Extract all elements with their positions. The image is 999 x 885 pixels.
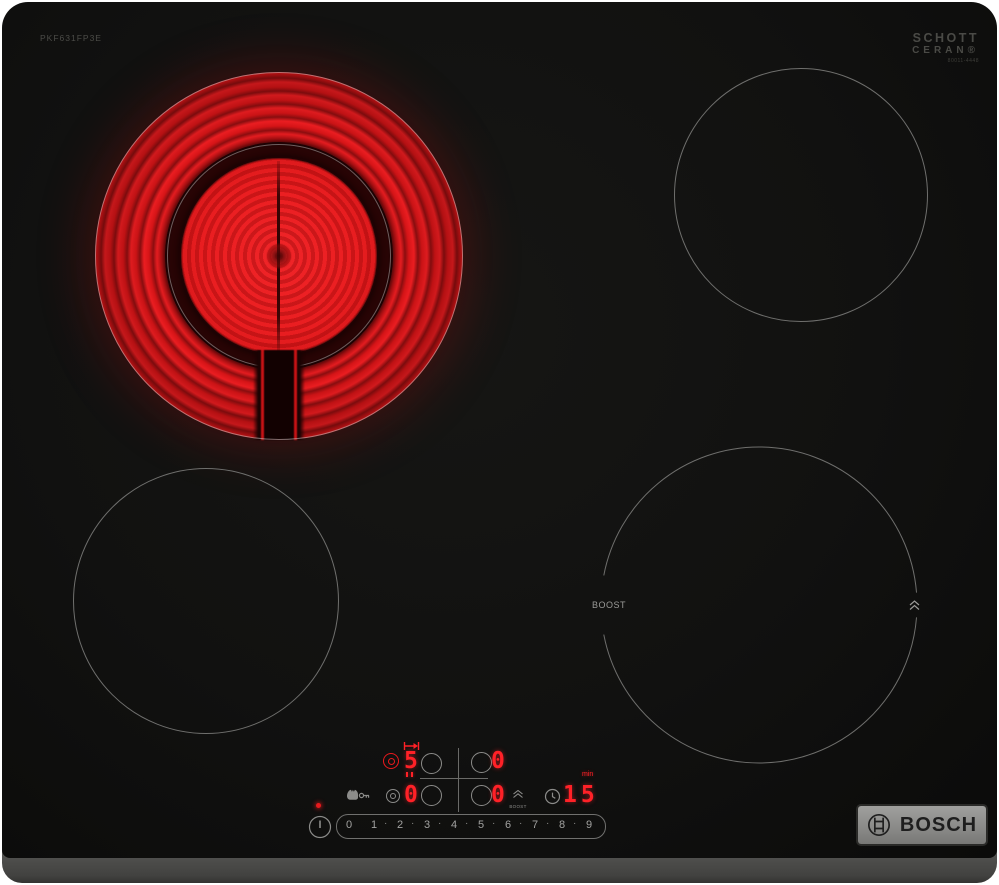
burner-front-left — [73, 468, 339, 734]
schott-logo-line2: CERAN® — [912, 45, 979, 57]
zone-select-key-rear-left[interactable] — [421, 753, 442, 774]
zone-select-key-front-right[interactable] — [471, 785, 492, 806]
level-slider[interactable]: 0 1 · 2 · 3 · 4 · 5 · 6 · 7 · 8 · 9 — [336, 814, 606, 839]
dual-zone-active-indicator — [383, 753, 399, 769]
bosch-badge: BOSCH — [858, 806, 986, 844]
slider-level-7[interactable]: 7 — [532, 819, 538, 831]
level-display-rear-right: 0 — [491, 748, 505, 774]
outer-marking-ring — [95, 72, 463, 440]
slider-level-2[interactable]: 2 — [397, 819, 403, 831]
boost-chevrons-icon — [513, 789, 523, 798]
schott-ceran-logo: SCHOTT CERAN® 80011-4448 — [912, 31, 979, 65]
bosch-wordmark: BOSCH — [899, 813, 978, 836]
boost-key-label: BOOST — [509, 804, 527, 809]
burner-rear-left-active — [95, 72, 463, 440]
slider-dot: · — [438, 818, 442, 829]
slider-dot: · — [546, 818, 550, 829]
dual-zone-segment-bars — [406, 772, 413, 777]
slider-level-8[interactable]: 8 — [559, 819, 565, 831]
slider-dot: · — [465, 818, 469, 829]
level-display-front-right: 0 — [491, 782, 505, 808]
slider-dot: · — [384, 818, 388, 829]
slider-level-6[interactable]: 6 — [505, 819, 511, 831]
power-on-led — [316, 803, 321, 808]
child-lock-icon[interactable] — [344, 787, 370, 802]
zone-select-key-front-left[interactable] — [421, 785, 442, 806]
boost-key[interactable]: BOOST — [508, 785, 528, 809]
slider-level-5[interactable]: 5 — [478, 819, 484, 831]
level-display-front-left: 0 — [404, 782, 418, 808]
burner-front-right — [600, 446, 918, 764]
slider-dot: · — [519, 818, 523, 829]
panel-divider-horizontal — [420, 778, 488, 779]
bosch-emblem-icon — [867, 814, 890, 836]
slider-level-3[interactable]: 3 — [424, 819, 430, 831]
power-key[interactable] — [308, 815, 332, 839]
slider-level-0[interactable]: 0 — [346, 819, 352, 831]
zone-select-key-rear-right[interactable] — [471, 752, 492, 773]
slider-level-4[interactable]: 4 — [451, 819, 457, 831]
schott-logo-line1: SCHOTT — [912, 31, 979, 45]
schott-logo-subcode: 80011-4448 — [947, 57, 979, 64]
timer-clock-icon[interactable] — [544, 788, 561, 805]
slider-dot: · — [573, 818, 577, 829]
slider-dot: · — [411, 818, 415, 829]
model-code-label: PKF631FP3E — [40, 33, 102, 43]
slider-level-9[interactable]: 9 — [586, 819, 592, 831]
panel-divider-vertical — [458, 748, 459, 812]
timer-unit-label: min — [582, 771, 594, 778]
slider-level-1[interactable]: 1 — [371, 819, 377, 831]
slider-dot: · — [492, 818, 496, 829]
level-display-rear-left: 5 — [404, 748, 418, 774]
burner-rear-right — [674, 68, 928, 322]
hob-glass-surface: PKF631FP3E SCHOTT CERAN® 80011-4448 BOOS… — [2, 2, 997, 858]
timer-display: 15 — [563, 782, 599, 808]
dual-zone-key-icon — [386, 789, 400, 803]
